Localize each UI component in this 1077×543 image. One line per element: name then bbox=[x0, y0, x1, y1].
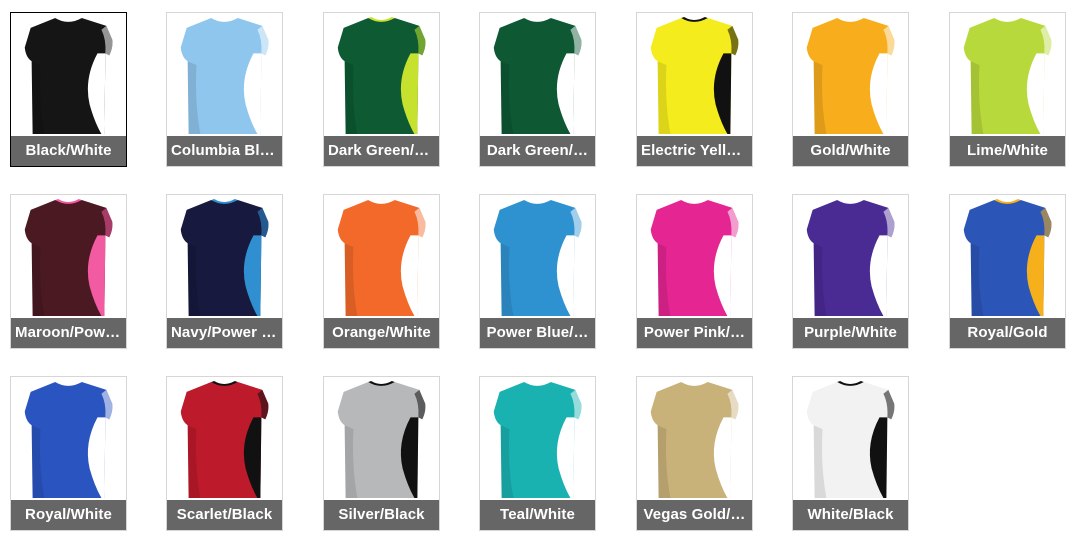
color-swatch-lime-white[interactable]: Lime/White bbox=[949, 12, 1066, 167]
color-swatch-gold-white[interactable]: Gold/White bbox=[792, 12, 909, 167]
shirt-image bbox=[963, 199, 1052, 316]
swatch-label: Maroon/Powe… bbox=[11, 318, 126, 348]
color-swatch-navy-power-b[interactable]: Navy/Power B… bbox=[166, 194, 283, 349]
color-swatch-columbia-blu[interactable]: Columbia Blu… bbox=[166, 12, 283, 167]
shirt-image bbox=[806, 17, 895, 134]
shirt-image bbox=[963, 17, 1052, 134]
color-swatch-silver-black[interactable]: Silver/Black bbox=[323, 376, 440, 531]
color-swatch-scarlet-black[interactable]: Scarlet/Black bbox=[166, 376, 283, 531]
shirt-image bbox=[650, 381, 739, 498]
shirt-image bbox=[337, 199, 426, 316]
swatch-label: Navy/Power B… bbox=[167, 318, 282, 348]
shirt-image bbox=[650, 17, 739, 134]
color-swatch-dark-green-li[interactable]: Dark Green/Li… bbox=[323, 12, 440, 167]
shirt-image bbox=[24, 17, 113, 134]
swatch-label: White/Black bbox=[793, 500, 908, 530]
color-swatch-black-white[interactable]: Black/White bbox=[10, 12, 127, 167]
shirt-image bbox=[180, 381, 269, 498]
swatch-label: Lime/White bbox=[950, 136, 1065, 166]
swatch-label: Power Blue/… bbox=[480, 318, 595, 348]
shirt-image bbox=[337, 381, 426, 498]
shirt-image bbox=[806, 199, 895, 316]
swatch-label: Purple/White bbox=[793, 318, 908, 348]
swatch-label: Royal/Gold bbox=[950, 318, 1065, 348]
color-swatch-white-black[interactable]: White/Black bbox=[792, 376, 909, 531]
swatch-label: Electric Yello… bbox=[637, 136, 752, 166]
color-swatch-vegas-gold[interactable]: Vegas Gold/… bbox=[636, 376, 753, 531]
color-swatch-power-pink[interactable]: Power Pink/… bbox=[636, 194, 753, 349]
shirt-image bbox=[493, 17, 582, 134]
shirt-image bbox=[493, 381, 582, 498]
color-swatch-orange-white[interactable]: Orange/White bbox=[323, 194, 440, 349]
shirt-image bbox=[180, 199, 269, 316]
color-swatch-teal-white[interactable]: Teal/White bbox=[479, 376, 596, 531]
swatch-label: Silver/Black bbox=[324, 500, 439, 530]
shirt-image bbox=[180, 17, 269, 134]
swatch-label: Vegas Gold/… bbox=[637, 500, 752, 530]
color-swatch-royal-gold[interactable]: Royal/Gold bbox=[949, 194, 1066, 349]
color-swatch-purple-white[interactable]: Purple/White bbox=[792, 194, 909, 349]
color-swatch-grid: Black/White Columbia Blu… Dark Green/Li… Da… bbox=[0, 0, 1077, 543]
shirt-image bbox=[24, 381, 113, 498]
color-swatch-maroon-powe[interactable]: Maroon/Powe… bbox=[10, 194, 127, 349]
shirt-image bbox=[493, 199, 582, 316]
shirt-image bbox=[24, 199, 113, 316]
swatch-label: Teal/White bbox=[480, 500, 595, 530]
color-swatch-electric-yello[interactable]: Electric Yello… bbox=[636, 12, 753, 167]
swatch-label: Orange/White bbox=[324, 318, 439, 348]
swatch-label: Dark Green/… bbox=[480, 136, 595, 166]
shirt-image bbox=[650, 199, 739, 316]
swatch-label: Columbia Blu… bbox=[167, 136, 282, 166]
color-swatch-royal-white[interactable]: Royal/White bbox=[10, 376, 127, 531]
swatch-label: Gold/White bbox=[793, 136, 908, 166]
color-swatch-power-blue[interactable]: Power Blue/… bbox=[479, 194, 596, 349]
swatch-label: Scarlet/Black bbox=[167, 500, 282, 530]
shirt-image bbox=[806, 381, 895, 498]
swatch-label: Black/White bbox=[11, 136, 126, 166]
swatch-label: Dark Green/Li… bbox=[324, 136, 439, 166]
shirt-image bbox=[337, 17, 426, 134]
swatch-label: Power Pink/… bbox=[637, 318, 752, 348]
color-swatch-dark-green[interactable]: Dark Green/… bbox=[479, 12, 596, 167]
swatch-label: Royal/White bbox=[11, 500, 126, 530]
